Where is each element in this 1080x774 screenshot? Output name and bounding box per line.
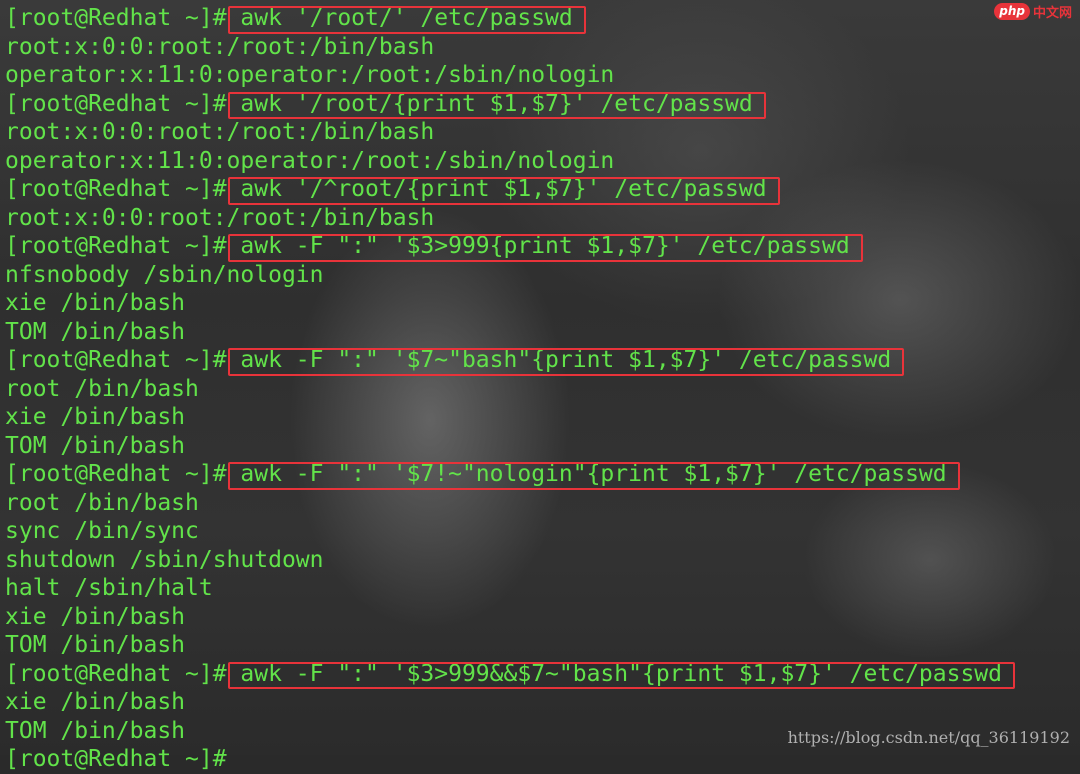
terminal-output-line: xie /bin/bash — [5, 689, 186, 715]
source-watermark: https://blog.csdn.net/qq_36119192 — [787, 728, 1070, 747]
terminal-output-line: root:x:0:0:root:/root:/bin/bash — [5, 33, 435, 60]
terminal-output-line: xie /bin/bash — [5, 290, 186, 316]
terminal-output-line: TOM /bin/bash — [5, 432, 186, 459]
shell-prompt: [root@Redhat ~]# — [5, 233, 227, 259]
command-highlight-box — [227, 234, 863, 262]
command-highlight-box — [227, 6, 586, 34]
terminal-command-line: [root@Redhat ~]# — [5, 745, 1080, 774]
terminal-command-line: [root@Redhat ~]# awk -F ":" '$3>999&&$7~… — [5, 660, 1080, 689]
terminal-command-line: [root@Redhat ~]# awk '/root/' /etc/passw… — [5, 4, 1080, 34]
command-highlight-box — [227, 462, 960, 490]
shell-prompt: [root@Redhat ~]# — [5, 5, 227, 31]
command-highlight-box — [227, 91, 766, 119]
terminal-output-line: root /bin/bash — [5, 375, 199, 402]
terminal-output-line: TOM /bin/bash — [5, 318, 186, 345]
command-highlight-box — [227, 348, 905, 376]
terminal-output-line: operator:x:11:0:operator:/root:/sbin/nol… — [5, 147, 615, 174]
terminal-output-line: sync /bin/sync — [5, 518, 199, 544]
terminal-command-line: [root@Redhat ~]# awk -F ":" '$7!~"nologi… — [5, 460, 1080, 490]
terminal-output-line: operator:x:11:0:operator:/root:/sbin/nol… — [5, 62, 615, 88]
shell-prompt: [root@Redhat ~]# — [5, 90, 227, 117]
terminal-output-line: root:x:0:0:root:/root:/bin/bash — [5, 119, 435, 145]
terminal-output-line: halt /sbin/halt — [5, 575, 213, 601]
terminal-output-line: shutdown /sbin/shutdown — [5, 546, 324, 573]
terminal-output-line: xie /bin/bash — [5, 404, 186, 430]
command-highlight-box — [227, 661, 1016, 689]
terminal-command-line: [root@Redhat ~]# awk -F ":" '$7~"bash"{p… — [5, 346, 1080, 376]
terminal-output-line: root:x:0:0:root:/root:/bin/bash — [5, 204, 435, 231]
terminal-output-line: xie /bin/bash — [5, 603, 186, 630]
terminal-window[interactable]: [root@Redhat ~]# awk '/root/' /etc/passw… — [5, 4, 1080, 772]
terminal-output-line: root /bin/bash — [5, 489, 199, 516]
terminal-command-line: [root@Redhat ~]# awk -F ":" '$3>999{prin… — [5, 232, 1080, 262]
terminal-output-line: TOM /bin/bash — [5, 632, 186, 658]
shell-prompt: [root@Redhat ~]# — [5, 660, 227, 687]
shell-prompt: [root@Redhat ~]# — [5, 746, 227, 772]
site-badge: php 中文网 — [994, 2, 1072, 21]
shell-prompt: [root@Redhat ~]# — [5, 347, 227, 373]
terminal-command-line: [root@Redhat ~]# awk '/root/{print $1,$7… — [5, 90, 1080, 119]
command-highlight-box — [227, 177, 780, 205]
shell-prompt: [root@Redhat ~]# — [5, 461, 227, 487]
terminal-output-line: nfsnobody /sbin/nologin — [5, 261, 324, 288]
php-logo-icon: php — [994, 3, 1030, 20]
terminal-command-line: [root@Redhat ~]# awk '/^root/{print $1,$… — [5, 175, 1080, 205]
shell-prompt: [root@Redhat ~]# — [5, 176, 227, 202]
site-badge-text: 中文网 — [1032, 6, 1072, 21]
